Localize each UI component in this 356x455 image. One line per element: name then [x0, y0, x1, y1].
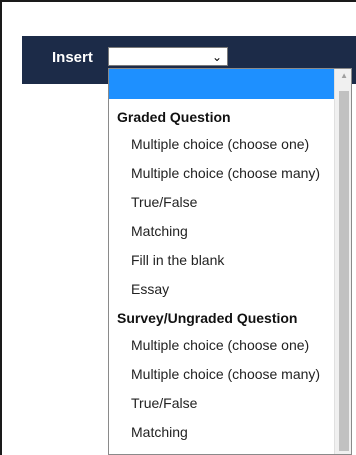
option-survey-matching[interactable]: Matching — [131, 424, 188, 440]
option-graded-true-false[interactable]: True/False — [131, 194, 197, 210]
option-graded-essay[interactable]: Essay — [131, 281, 169, 297]
option-graded-fill-blank[interactable]: Fill in the blank — [131, 252, 224, 268]
option-graded-mc-many[interactable]: Multiple choice (choose many) — [131, 165, 320, 181]
insert-dropdown-list[interactable]: Graded Question Multiple choice (choose … — [108, 68, 352, 455]
group-header-graded: Graded Question — [117, 109, 231, 125]
dropdown-option-blank[interactable] — [109, 69, 335, 99]
option-graded-matching[interactable]: Matching — [131, 223, 188, 239]
option-survey-mc-many[interactable]: Multiple choice (choose many) — [131, 366, 320, 382]
option-survey-mc-one[interactable]: Multiple choice (choose one) — [131, 337, 309, 353]
scrollbar-thumb[interactable] — [339, 91, 349, 451]
insert-label: Insert — [52, 49, 93, 66]
dropdown-scrollbar[interactable]: ▲ — [334, 69, 351, 454]
group-header-survey: Survey/Ungraded Question — [117, 310, 298, 326]
scroll-up-arrow-icon[interactable]: ▲ — [340, 71, 348, 80]
option-graded-mc-one[interactable]: Multiple choice (choose one) — [131, 136, 309, 152]
insert-select[interactable]: ⌄ — [108, 47, 228, 66]
chevron-down-icon: ⌄ — [211, 50, 222, 64]
option-survey-true-false[interactable]: True/False — [131, 395, 197, 411]
